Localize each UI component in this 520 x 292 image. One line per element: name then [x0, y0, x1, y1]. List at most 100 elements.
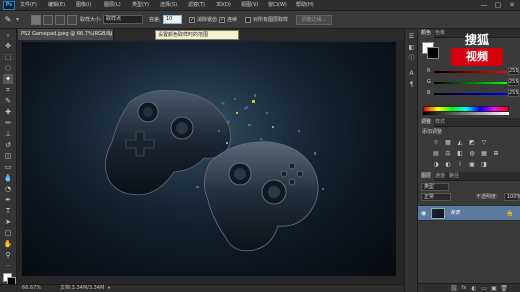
link-layers-icon[interactable]: ⛓ — [450, 284, 458, 292]
eraser-tool-icon[interactable]: ◫ — [3, 151, 13, 161]
hue-saturation-icon[interactable]: ▤ — [432, 150, 440, 157]
color-lookup-icon[interactable]: ⊞ — [492, 150, 500, 157]
move-tool-icon[interactable]: ✥ — [3, 41, 13, 51]
hand-tool-icon[interactable]: ✋ — [3, 239, 13, 249]
slider-g-track[interactable] — [434, 82, 507, 84]
close-window-icon[interactable]: ✕ — [506, 1, 518, 10]
brightness-contrast-icon[interactable]: ☼ — [432, 139, 440, 146]
intersect-selection-icon[interactable] — [67, 15, 77, 25]
layers-list-empty-area — [418, 221, 520, 283]
photo-filter-icon[interactable]: ◍ — [468, 150, 476, 157]
subtract-selection-icon[interactable] — [55, 15, 65, 25]
sample-size-label: 取样大小: — [80, 17, 102, 23]
vibrance-icon[interactable]: ▽ — [480, 139, 488, 146]
menu-image[interactable]: 图像(I) — [76, 2, 91, 9]
marquee-tool-icon[interactable]: ⬚ — [3, 52, 13, 62]
eyedropper-tool-icon[interactable]: ✎ — [3, 96, 13, 106]
adjustment-layer-icon[interactable]: ◐ — [470, 284, 478, 292]
info-panel-icon[interactable]: ⓘ — [407, 54, 416, 63]
blur-tool-icon[interactable]: 💧 — [3, 173, 13, 183]
healing-brush-tool-icon[interactable]: ✚ — [3, 107, 13, 117]
new-selection-icon[interactable] — [31, 15, 41, 25]
menu-type[interactable]: 类型(Y) — [132, 2, 149, 9]
document-tab[interactable]: PS2 Gamepad.jpeg @ 66.7%(RGB/8) — [18, 29, 114, 40]
menu-layer[interactable]: 图层(L) — [104, 2, 121, 9]
sample-all-layers-checkbox[interactable] — [245, 17, 251, 23]
collapse-tools-icon[interactable]: » — [3, 31, 13, 41]
character-panel-icon[interactable]: A — [407, 69, 416, 78]
layer-name[interactable]: 背景 — [450, 210, 460, 217]
status-menu-arrow-icon[interactable]: ▸ — [108, 285, 111, 292]
menu-help[interactable]: 帮助(H) — [296, 2, 314, 9]
menu-select[interactable]: 选择(S) — [160, 2, 177, 9]
antialias-checkbox[interactable]: ✓ — [189, 17, 195, 23]
color-grayscale-bar[interactable] — [423, 112, 509, 115]
paragraph-panel-icon[interactable]: ¶ — [407, 80, 416, 89]
new-group-icon[interactable]: ▭ — [480, 284, 488, 292]
edit-toolbar-icon[interactable]: ··· — [3, 261, 13, 271]
layer-row-background[interactable]: ◉ 背景 🔒 — [418, 205, 520, 221]
crop-tool-icon[interactable]: ⌗ — [3, 85, 13, 95]
lasso-tool-icon[interactable]: ◌ — [3, 63, 13, 73]
rectangle-tool-icon[interactable]: ▢ — [3, 228, 13, 238]
document-canvas[interactable] — [22, 42, 396, 276]
selective-color-icon[interactable]: ▣ — [468, 161, 476, 168]
layer-style-icon[interactable]: fx — [460, 284, 468, 292]
properties-panel-icon[interactable]: ◧ — [407, 43, 416, 52]
close-document-icon[interactable]: × — [108, 29, 114, 40]
threshold-icon[interactable]: ⌇ — [456, 161, 464, 168]
history-brush-tool-icon[interactable]: ↺ — [3, 140, 13, 150]
exposure-icon[interactable]: ◩ — [468, 139, 476, 146]
curves-icon[interactable]: ◭ — [456, 139, 464, 146]
dodge-tool-icon[interactable]: ◔ — [3, 184, 13, 194]
blend-mode-select[interactable]: 正常 — [421, 193, 451, 201]
gradient-tool-icon[interactable]: ▭ — [3, 162, 13, 172]
slider-b-value[interactable]: 255 — [508, 89, 519, 97]
eyedropper-tool-icon[interactable]: ✎ — [3, 15, 13, 25]
maximize-icon[interactable]: ▢ — [492, 1, 504, 10]
add-to-selection-icon[interactable] — [43, 15, 53, 25]
zoom-level[interactable]: 66.67% — [22, 285, 41, 292]
slider-r-value[interactable]: 255 — [508, 67, 519, 75]
color-background-swatch[interactable] — [427, 47, 439, 59]
tool-preset-dropdown-icon[interactable]: ▾ — [16, 15, 22, 25]
refine-edge-button[interactable]: 调整边缘... — [296, 15, 332, 25]
delete-layer-icon[interactable]: 🗑 — [500, 284, 508, 292]
slider-r-track[interactable] — [434, 71, 507, 73]
layer-kind-filter[interactable]: 类型 — [421, 183, 449, 191]
menu-filter[interactable]: 滤镜(T) — [188, 2, 205, 9]
path-selection-tool-icon[interactable]: ➤ — [3, 217, 13, 227]
history-panel-icon[interactable]: ☰ — [407, 32, 416, 41]
tolerance-input[interactable]: 10 — [163, 15, 182, 24]
color-balance-icon[interactable]: ⚖ — [444, 150, 452, 157]
menu-window[interactable]: 窗口(W) — [268, 2, 287, 9]
pen-tool-icon[interactable]: ✒ — [3, 195, 13, 205]
minimize-icon[interactable]: — — [478, 1, 490, 10]
black-white-icon[interactable]: ◧ — [456, 150, 464, 157]
new-layer-icon[interactable]: ▣ — [490, 284, 498, 292]
slider-r-label: R — [427, 68, 431, 74]
layer-kind-value: 类型 — [424, 184, 435, 190]
gradient-map-icon[interactable]: ◨ — [480, 161, 488, 168]
tab-styles[interactable]: 样式 — [432, 118, 448, 127]
invert-icon[interactable]: ◑ — [432, 161, 440, 168]
menu-file[interactable]: 文件(F) — [20, 2, 37, 9]
channel-mixer-icon[interactable]: ▦ — [480, 150, 488, 157]
menu-view[interactable]: 视图(V) — [241, 2, 258, 9]
sample-size-select[interactable]: 取样点 — [103, 15, 143, 24]
clone-stamp-tool-icon[interactable]: ⊥ — [3, 129, 13, 139]
slider-b-track[interactable] — [434, 93, 507, 95]
visibility-eye-icon[interactable]: ◉ — [421, 210, 426, 217]
levels-icon[interactable]: ▦ — [444, 139, 452, 146]
brush-tool-icon[interactable]: ✏ — [3, 118, 13, 128]
zoom-tool-icon[interactable]: ⚲ — [3, 250, 13, 260]
slider-g-value[interactable]: 255 — [508, 78, 519, 86]
contiguous-checkbox[interactable]: ✓ — [219, 17, 225, 23]
menu-3d[interactable]: 3D(D) — [216, 2, 231, 9]
magic-wand-tool-icon[interactable]: ✦ — [3, 74, 13, 84]
menu-edit[interactable]: 编辑(E) — [48, 2, 65, 9]
tab-paths[interactable]: 路径 — [446, 172, 462, 181]
type-tool-icon[interactable]: T — [3, 206, 13, 216]
posterize-icon[interactable]: ◐ — [444, 161, 452, 168]
opacity-input[interactable]: 100% — [504, 193, 520, 201]
